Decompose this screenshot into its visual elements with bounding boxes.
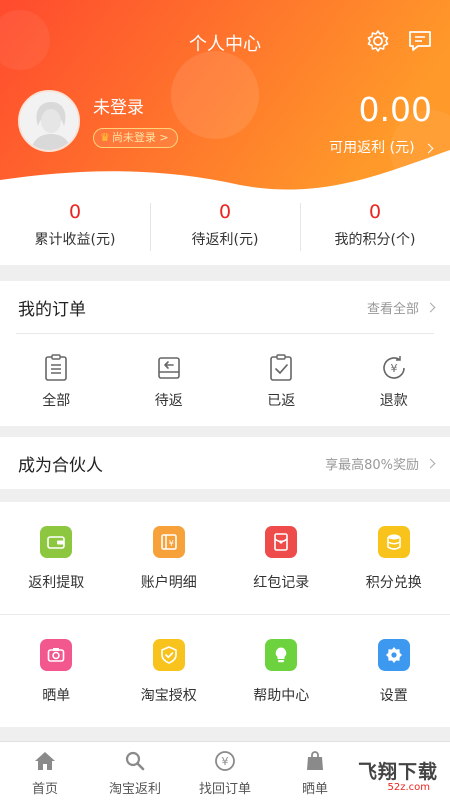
stats-row: 0 累计收益(元) 0 待返利(元) 0 我的积分(个): [0, 195, 450, 265]
order-tab-label: 退款: [379, 393, 408, 409]
orders-card: 我的订单 查看全部 全部 待返 已返 ¥ 退款: [0, 281, 450, 426]
clipboard-check-icon: [270, 354, 293, 381]
gear-icon[interactable]: [365, 28, 391, 54]
tool-label: 返利提取: [28, 575, 85, 591]
tool-account-details[interactable]: ¥ 账户明细: [113, 502, 226, 614]
svg-text:¥: ¥: [222, 755, 229, 768]
view-all-label: 查看全部: [366, 301, 419, 317]
watermark-text: 飞翔下载: [357, 761, 438, 783]
stat-pending-rebate[interactable]: 0 待返利(元): [150, 195, 300, 265]
crown-icon: ♛: [100, 131, 110, 144]
chevron-right-icon: [425, 458, 436, 468]
profile-header: 个人中心 未登录 ♛ 尚未登录 > 0.00 可用返利 (元): [0, 0, 450, 195]
stat-total-earnings[interactable]: 0 累计收益(元): [0, 195, 150, 265]
tool-red-envelope-records[interactable]: 红包记录: [225, 502, 338, 614]
tab-find-order[interactable]: ¥ 找回订单: [180, 742, 270, 800]
stat-label: 累计收益(元): [34, 232, 116, 248]
login-badge[interactable]: ♛ 尚未登录 >: [93, 128, 178, 148]
login-badge-text: 尚未登录 >: [111, 131, 169, 144]
stat-value: 0: [218, 201, 232, 223]
yen-circle-icon: ¥: [215, 751, 235, 771]
home-icon: [35, 752, 55, 770]
tool-label: 设置: [379, 688, 408, 704]
partner-title: 成为合伙人: [18, 455, 103, 476]
stat-label: 我的积分(个): [334, 232, 416, 248]
stat-my-points[interactable]: 0 我的积分(个): [300, 195, 450, 265]
tool-taobao-authorize[interactable]: 淘宝授权: [113, 615, 226, 727]
svg-text:¥: ¥: [169, 539, 174, 548]
stat-label: 待返利(元): [191, 232, 259, 248]
tools-grid: 返利提取 ¥ 账户明细 红包记录 积分兑换 晒单 淘宝授权 帮助中心 设置: [0, 502, 450, 727]
stat-value: 0: [68, 201, 82, 223]
order-tab-all[interactable]: 全部: [0, 334, 113, 426]
user-name: 未登录: [93, 98, 144, 118]
order-tab-label: 已返: [267, 393, 296, 409]
tool-label: 积分兑换: [365, 575, 422, 591]
ledger-icon: ¥: [152, 526, 185, 558]
tools-row: 晒单 淘宝授权 帮助中心 设置: [0, 615, 450, 727]
return-box-icon: [157, 357, 180, 379]
chevron-right-icon: [423, 143, 434, 154]
rebate-balance-link[interactable]: 可用返利 (元): [329, 137, 434, 157]
search-icon: [125, 751, 145, 771]
tool-label: 晒单: [42, 688, 71, 704]
shield-check-icon: [152, 639, 185, 671]
order-status-row: 全部 待返 已返 ¥ 退款: [0, 334, 450, 426]
order-tab-label: 全部: [42, 393, 71, 409]
svg-text:¥: ¥: [390, 362, 397, 375]
partner-header[interactable]: 成为合伙人 享最高80%奖励: [0, 437, 450, 489]
yen-refund-icon: ¥: [382, 356, 405, 379]
wallet-icon: [40, 526, 73, 558]
tab-label: 淘宝返利: [108, 782, 161, 797]
tool-share-order[interactable]: 晒单: [0, 615, 113, 727]
watermark-logo: 飞翔下载: [358, 757, 438, 784]
rebate-balance: 0.00: [358, 90, 432, 129]
view-all-orders-link[interactable]: 查看全部: [366, 298, 436, 317]
orders-title: 我的订单: [18, 299, 86, 320]
orders-header[interactable]: 我的订单 查看全部: [0, 281, 450, 333]
tool-points-exchange[interactable]: 积分兑换: [338, 502, 450, 614]
tool-label: 红包记录: [253, 575, 310, 591]
chevron-right-icon: [425, 302, 436, 312]
rebate-balance-label: 可用返利 (元): [329, 140, 415, 156]
tool-label: 帮助中心: [253, 688, 310, 704]
clipboard-list-icon: [45, 354, 68, 381]
order-tab-pending[interactable]: 待返: [113, 334, 226, 426]
tool-help-center[interactable]: 帮助中心: [225, 615, 338, 727]
partner-reward-link[interactable]: 享最高80%奖励: [325, 454, 436, 473]
tab-label: 首页: [31, 782, 58, 797]
red-envelope-icon: [265, 526, 298, 558]
bag-icon: [307, 751, 323, 770]
lightbulb-icon: [265, 639, 298, 671]
watermark-sub: 52z.com: [387, 782, 430, 793]
tab-share-order[interactable]: 晒单: [270, 742, 360, 800]
tool-settings[interactable]: 设置: [338, 615, 450, 727]
tool-label: 账户明细: [140, 575, 197, 591]
tab-taobao-rebate[interactable]: 淘宝返利: [90, 742, 180, 800]
tab-label: 找回订单: [198, 782, 251, 797]
partner-reward-label: 享最高80%奖励: [325, 457, 419, 473]
stat-value: 0: [368, 201, 382, 223]
partner-card[interactable]: 成为合伙人 享最高80%奖励: [0, 437, 450, 489]
avatar[interactable]: [18, 90, 80, 152]
tab-home[interactable]: 首页: [0, 742, 90, 800]
order-tab-label: 待返: [154, 393, 183, 409]
camera-icon: [40, 639, 73, 671]
tool-label: 淘宝授权: [140, 688, 197, 704]
order-tab-refund[interactable]: ¥ 退款: [338, 334, 450, 426]
tab-label: 晒单: [301, 782, 328, 797]
order-tab-returned[interactable]: 已返: [225, 334, 338, 426]
coins-icon: [377, 526, 410, 558]
message-icon[interactable]: [407, 28, 433, 54]
tools-row: 返利提取 ¥ 账户明细 红包记录 积分兑换: [0, 502, 450, 614]
tool-rebate-withdraw[interactable]: 返利提取: [0, 502, 113, 614]
settings-icon: [377, 639, 410, 671]
